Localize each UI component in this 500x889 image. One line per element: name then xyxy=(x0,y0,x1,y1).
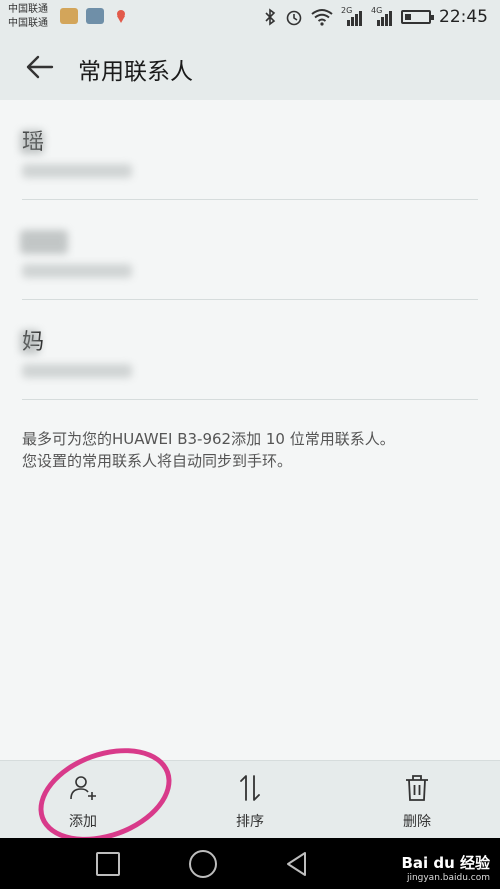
trash-icon xyxy=(406,775,428,801)
sort-button[interactable]: 排序 xyxy=(200,761,300,839)
app-bar: 常用联系人 xyxy=(0,34,500,100)
info-line-1: 最多可为您的HUAWEI B3-962添加 10 位常用联系人。 xyxy=(22,430,395,448)
notification-app-icon xyxy=(60,8,78,24)
add-person-icon xyxy=(70,776,96,800)
carrier-label-2: 中国联通 xyxy=(8,18,48,29)
watermark-brand: Bai du 经验 xyxy=(401,854,490,872)
sort-label: 排序 xyxy=(236,814,264,830)
signal-4g-icon: 4G xyxy=(371,6,393,26)
location-pin-icon xyxy=(117,10,125,23)
signal-2g-icon: 2G xyxy=(341,6,363,26)
home-icon[interactable] xyxy=(189,850,217,878)
net-2g-label: 2G xyxy=(341,6,353,15)
net-4g-label: 4G xyxy=(371,6,383,15)
delete-label: 删除 xyxy=(403,814,431,830)
battery-icon xyxy=(401,10,434,24)
contact-item[interactable]: 妈 xyxy=(0,300,500,400)
blurred-phone-number xyxy=(22,264,132,278)
status-bar: 中国联通 中国联通 2G 4G 22:45 xyxy=(0,0,500,34)
contact-item[interactable]: 瑶 xyxy=(0,100,500,200)
clock: 22:45 xyxy=(439,7,488,27)
sort-arrows-icon xyxy=(240,775,260,801)
blurred-phone-number xyxy=(22,164,132,178)
info-text: 最多可为您的HUAWEI B3-962添加 10 位常用联系人。 您设置的常用联… xyxy=(22,428,395,472)
add-label: 添加 xyxy=(69,814,97,830)
info-line-2: 您设置的常用联系人将自动同步到手环。 xyxy=(22,452,293,470)
blurred-name xyxy=(20,130,44,154)
contact-item[interactable] xyxy=(0,200,500,300)
status-icons: 2G 4G 22:45 xyxy=(263,6,488,28)
wifi-icon xyxy=(311,9,333,26)
blurred-name xyxy=(20,330,40,354)
notification-gallery-icon xyxy=(86,8,104,24)
watermark: Bai du 经验 jingyan.baidu.com xyxy=(401,852,490,883)
blurred-phone-number xyxy=(22,364,132,378)
contact-list: 瑶 妈 xyxy=(0,100,500,400)
blurred-name xyxy=(20,230,68,254)
recent-apps-icon[interactable] xyxy=(96,852,120,876)
back-arrow-icon[interactable] xyxy=(22,49,58,85)
nav-back-icon[interactable] xyxy=(283,850,311,878)
watermark-url: jingyan.baidu.com xyxy=(406,873,490,883)
delete-button[interactable]: 删除 xyxy=(367,761,467,839)
alarm-icon xyxy=(286,10,302,26)
bottom-toolbar: 添加 排序 删除 xyxy=(0,760,500,838)
carrier-label-1: 中国联通 xyxy=(8,4,48,15)
divider xyxy=(22,399,478,400)
add-contact-button[interactable]: 添加 xyxy=(33,761,133,839)
bluetooth-icon xyxy=(265,8,276,26)
page-title: 常用联系人 xyxy=(78,59,193,85)
